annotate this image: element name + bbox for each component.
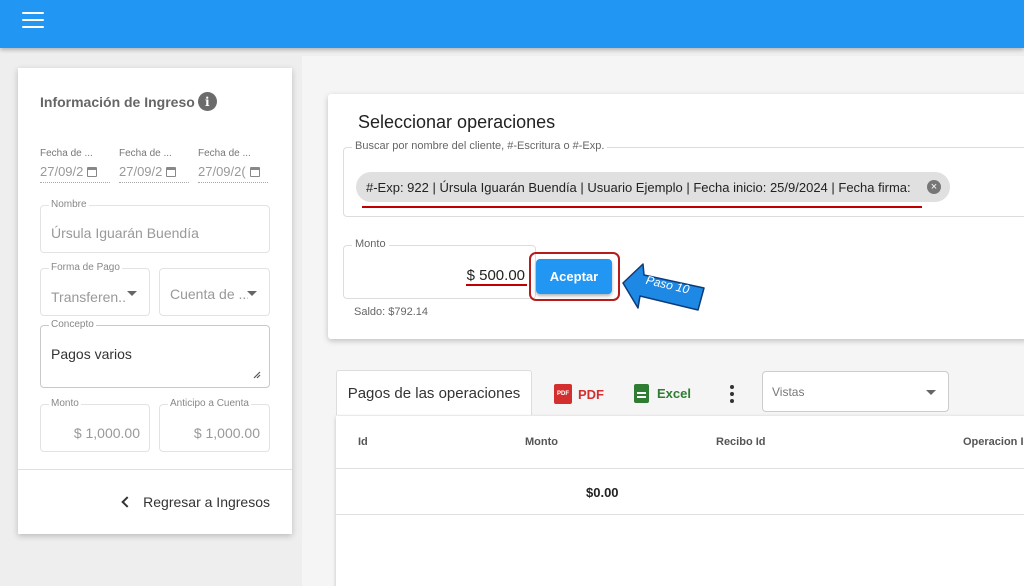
monto-value: $ 1,000.00 [73, 425, 140, 441]
annotation-underline [466, 284, 527, 286]
saldo-text: Saldo: $792.14 [354, 306, 429, 318]
menu-icon[interactable] [22, 12, 44, 28]
date-label: Fecha de ... [40, 148, 93, 159]
anticipo-value: $ 1,000.00 [193, 425, 260, 441]
nombre-value: Úrsula Iguarán Buendía [51, 225, 199, 241]
ingreso-info-panel: Información de Ingreso i Fecha de ... 27… [18, 68, 292, 534]
column-header-monto[interactable]: Monto [525, 436, 558, 448]
vistas-select[interactable]: Vistas [762, 371, 949, 412]
selected-operation-chip[interactable]: #-Exp: 922 | Úrsula Iguarán Buendía | Us… [356, 172, 950, 202]
dropdown-caret-icon [127, 291, 137, 296]
nombre-label: Nombre [49, 199, 89, 210]
chevron-left-icon [121, 496, 133, 508]
date-label: Fecha de ... [198, 148, 251, 159]
column-header-operacion-id[interactable]: Operacion Id [963, 436, 1024, 448]
date-field-3[interactable]: Fecha de ... 27/09/2( [198, 148, 268, 183]
date-field-1[interactable]: Fecha de ... 27/09/2 [40, 148, 110, 183]
monto-value: $ 500.00 [466, 267, 525, 284]
back-to-ingresos-button[interactable]: Regresar a Ingresos [121, 494, 270, 510]
chip-text: #-Exp: 922 | Úrsula Iguarán Buendía | Us… [366, 179, 911, 195]
panel-title: Información de Ingreso i [40, 92, 217, 111]
pagos-table: Id Monto Recibo Id Operacion Id $0.00 [336, 416, 1024, 586]
date-label: Fecha de ... [119, 148, 172, 159]
calendar-icon[interactable] [87, 166, 98, 177]
total-monto: $0.00 [586, 485, 619, 500]
monto-input[interactable]: Monto $ 500.00 [343, 238, 536, 299]
excel-icon [634, 384, 649, 403]
forma-pago-value: Transferen... [51, 289, 127, 305]
back-label: Regresar a Ingresos [143, 494, 270, 510]
tab-pagos-operaciones[interactable]: Pagos de las operaciones [336, 370, 532, 415]
export-pdf-button[interactable]: PDF PDF [554, 384, 604, 404]
panel-title-text: Información de Ingreso [40, 93, 195, 110]
column-header-id[interactable]: Id [358, 436, 368, 448]
concepto-label: Concepto [49, 319, 96, 330]
calendar-icon[interactable] [166, 166, 177, 177]
nombre-field[interactable]: Nombre Úrsula Iguarán Buendía [40, 199, 270, 253]
app-bar [0, 0, 1024, 48]
more-vert-icon[interactable] [728, 385, 736, 405]
aceptar-button[interactable]: Aceptar [536, 259, 612, 294]
calendar-icon[interactable] [249, 166, 260, 177]
date-value: 27/09/2( [198, 164, 246, 179]
forma-pago-select[interactable]: Forma de Pago Transferen... [40, 262, 150, 316]
anticipo-label: Anticipo a Cuenta [168, 398, 251, 409]
resize-icon[interactable] [253, 371, 261, 379]
pdf-icon: PDF [554, 384, 572, 404]
clear-icon[interactable]: × [927, 180, 941, 194]
forma-pago-label: Forma de Pago [49, 262, 122, 273]
step-annotation-arrow: Paso 10 [622, 263, 705, 311]
export-excel-button[interactable]: Excel [634, 384, 691, 403]
date-field-2[interactable]: Fecha de ... 27/09/2 [119, 148, 189, 183]
annotation-underline [362, 206, 922, 208]
date-value: 27/09/2 [40, 164, 84, 179]
date-value: 27/09/2 [119, 164, 163, 179]
dropdown-caret-icon [247, 291, 257, 296]
monto-field[interactable]: Monto $ 1,000.00 [40, 398, 150, 452]
anticipo-field[interactable]: Anticipo a Cuenta $ 1,000.00 [159, 398, 270, 452]
info-icon[interactable]: i [197, 92, 217, 111]
divider [18, 469, 292, 470]
column-header-recibo-id[interactable]: Recibo Id [716, 436, 766, 448]
monto-label: Monto [49, 398, 81, 409]
cuenta-select[interactable]: Cuenta de ... [159, 268, 270, 316]
excel-label: Excel [657, 386, 691, 401]
dropdown-caret-icon [926, 390, 936, 395]
section-title: Seleccionar operaciones [358, 112, 556, 132]
divider [336, 514, 1024, 515]
search-label: Buscar por nombre del cliente, #-Escritu… [352, 140, 608, 152]
divider [336, 468, 1024, 469]
monto-label: Monto [352, 238, 389, 250]
vistas-label: Vistas [772, 385, 805, 399]
pdf-label: PDF [578, 386, 604, 402]
cuenta-value: Cuenta de ... [170, 286, 248, 302]
concepto-value: Pagos varios [51, 346, 132, 362]
concepto-textarea[interactable]: Concepto Pagos varios [40, 319, 270, 388]
